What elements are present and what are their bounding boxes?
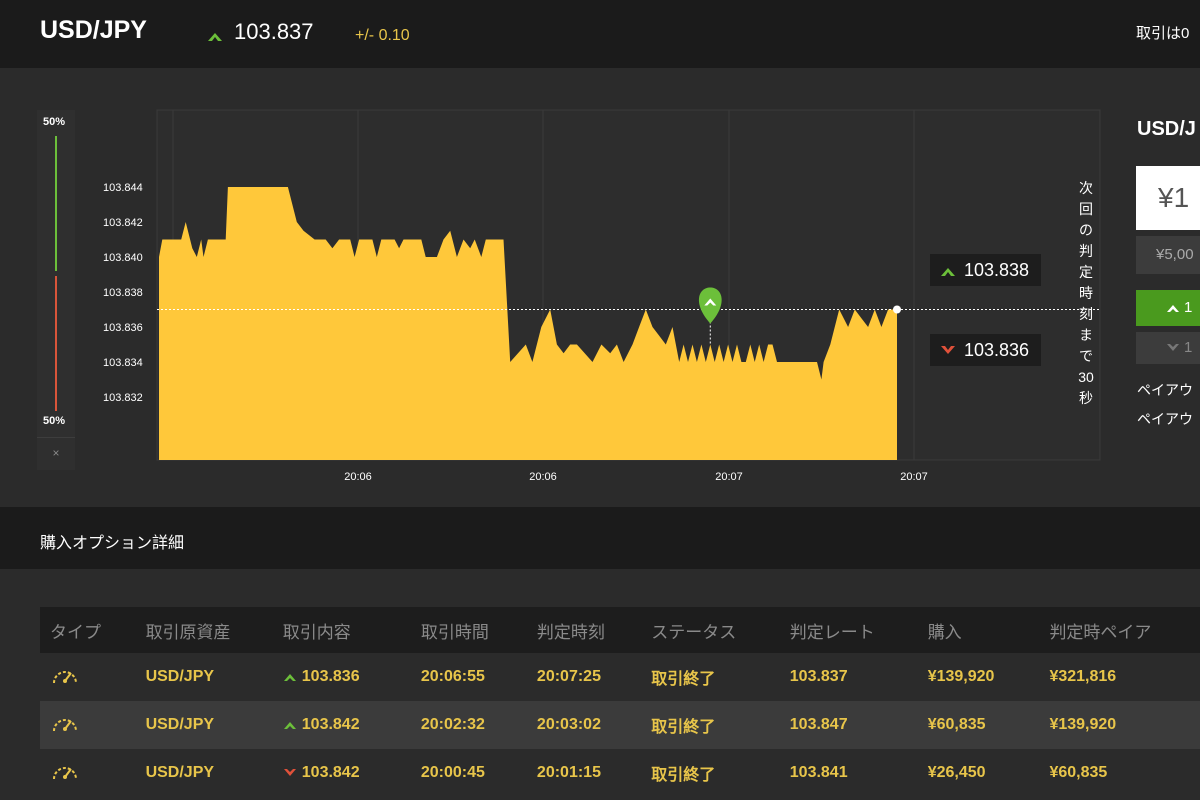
content-value: 103.842 [301,764,360,781]
payout-cell: ¥139,920 [1049,701,1200,749]
column-header[interactable]: 判定時ペイア [1049,607,1200,653]
countdown-char: ま [1079,327,1093,343]
x-tick-label: 20:06 [344,471,372,483]
purchase-cell: ¥139,920 [927,653,1050,701]
down-arrow-icon [1167,344,1179,352]
x-tick-label: 20:06 [529,471,557,483]
column-header[interactable]: 判定レート [789,607,928,653]
payout-cell: ¥321,816 [1049,653,1200,701]
countdown-char: 時 [1079,285,1093,301]
rate-cell: 103.841 [789,749,928,797]
content-cell: 103.842 [282,749,421,797]
column-header[interactable]: タイプ [40,607,146,653]
purchase-cell: ¥60,835 [927,701,1050,749]
column-header[interactable]: 判定時刻 [536,607,652,653]
down-arrow-icon [941,346,955,355]
y-tick-label: 103.834 [103,357,143,369]
countdown-char: で [1079,348,1093,364]
x-tick-label: 20:07 [900,471,928,483]
type-cell [40,701,146,749]
table-header-row: タイプ 取引原資産 取引内容 取引時間 判定時刻 ステータス 判定レート 購入 … [40,607,1200,653]
type-cell [40,653,146,701]
low-rate-value: 103.836 [964,340,1030,360]
purchase-cell: ¥26,450 [927,749,1050,797]
table-row[interactable]: USD/JPY 103.842 20:02:32 20:03:02 取引終了 103.84… [40,701,1200,749]
y-axis: 103.844 103.842 103.840 103.838 103.836 103.8… [103,182,143,404]
up-arrow-icon [941,268,955,277]
up-arrow-icon [1167,305,1179,313]
rate-cell: 103.837 [789,653,928,701]
payout-cell: ¥60,835 [1049,749,1200,797]
column-header[interactable]: 取引内容 [282,607,421,653]
y-tick-label: 103.836 [103,322,143,334]
speedometer-icon [53,670,77,683]
amount-preset-button[interactable]: ¥5,00 [1136,236,1200,274]
asset-cell: USD/JPY [145,749,283,797]
judge-time-cell: 20:01:15 [536,749,652,797]
price-chart: 103.844 103.842 103.840 103.838 103.836 103.8… [103,109,1101,483]
countdown-char: 回 [1079,201,1093,217]
status-cell: 取引終了 [651,701,790,749]
up-arrow-icon [283,673,296,681]
content-value: 103.842 [301,716,360,733]
content-cell: 103.836 [282,653,421,701]
section-title: 購入オプション詳細 [40,535,185,552]
high-button[interactable]: 1 [1136,290,1200,326]
content-cell: 103.842 [282,701,421,749]
countdown-char: の [1079,222,1093,238]
y-tick-label: 103.832 [103,392,143,404]
countdown-char: 30 [1078,369,1094,385]
order-panel-title: USD/J [1137,118,1196,140]
asset-cell: USD/JPY [145,701,283,749]
status-cell: 取引終了 [651,653,790,701]
high-button-label: 1 [1184,299,1193,316]
column-header[interactable]: 購入 [927,607,1050,653]
down-arrow-icon [283,768,296,776]
countdown-char: 定 [1079,264,1093,280]
speedometer-icon [53,718,77,731]
table-row[interactable]: USD/JPY 103.842 20:00:45 20:01:15 取引終了 103.84… [40,749,1200,797]
column-header[interactable]: 取引原資産 [145,607,283,653]
speedometer-icon [53,766,77,779]
high-rate-value: 103.838 [964,260,1030,280]
time-cell: 20:00:45 [420,749,537,797]
status-cell: 取引終了 [651,749,790,797]
y-tick-label: 103.844 [103,182,143,194]
high-rate-tag: 103.838 [930,254,1042,286]
up-arrow-icon [283,721,296,729]
purchase-options-table: タイプ 取引原資産 取引内容 取引時間 判定時刻 ステータス 判定レート 購入 … [40,607,1200,797]
time-cell: 20:06:55 [420,653,537,701]
asset-cell: USD/JPY [145,653,283,701]
y-tick-label: 103.838 [103,287,143,299]
content-value: 103.836 [301,668,360,685]
rate-cell: 103.847 [789,701,928,749]
table-row[interactable]: USD/JPY 103.836 20:06:55 20:07:25 取引終了 103.83… [40,653,1200,701]
countdown-char: 秒 [1079,390,1093,406]
low-rate-tag: 103.836 [930,334,1042,366]
payout-label-2: ペイアウ [1137,411,1193,427]
y-tick-label: 103.842 [103,217,143,229]
payout-label-1: ペイアウ [1137,382,1193,398]
time-cell: 20:02:32 [420,701,537,749]
column-header[interactable]: 取引時間 [420,607,537,653]
column-header[interactable]: ステータス [651,607,790,653]
y-tick-label: 103.840 [103,252,143,264]
countdown-char: 刻 [1079,306,1093,322]
next-judge-countdown: 次回の判定時刻まで 30 秒 [1076,178,1096,409]
judge-time-cell: 20:07:25 [536,653,652,701]
amount-input[interactable]: ¥1 [1136,166,1200,230]
low-button[interactable]: 1 [1136,332,1200,364]
low-button-label: 1 [1184,339,1193,356]
type-cell [40,749,146,797]
x-tick-label: 20:07 [715,471,743,483]
countdown-char: 判 [1079,243,1093,259]
countdown-char: 次 [1079,180,1093,196]
current-price-dot [893,305,901,314]
judge-time-cell: 20:03:02 [536,701,652,749]
x-axis: 20:06 20:06 20:07 20:07 [344,471,928,483]
